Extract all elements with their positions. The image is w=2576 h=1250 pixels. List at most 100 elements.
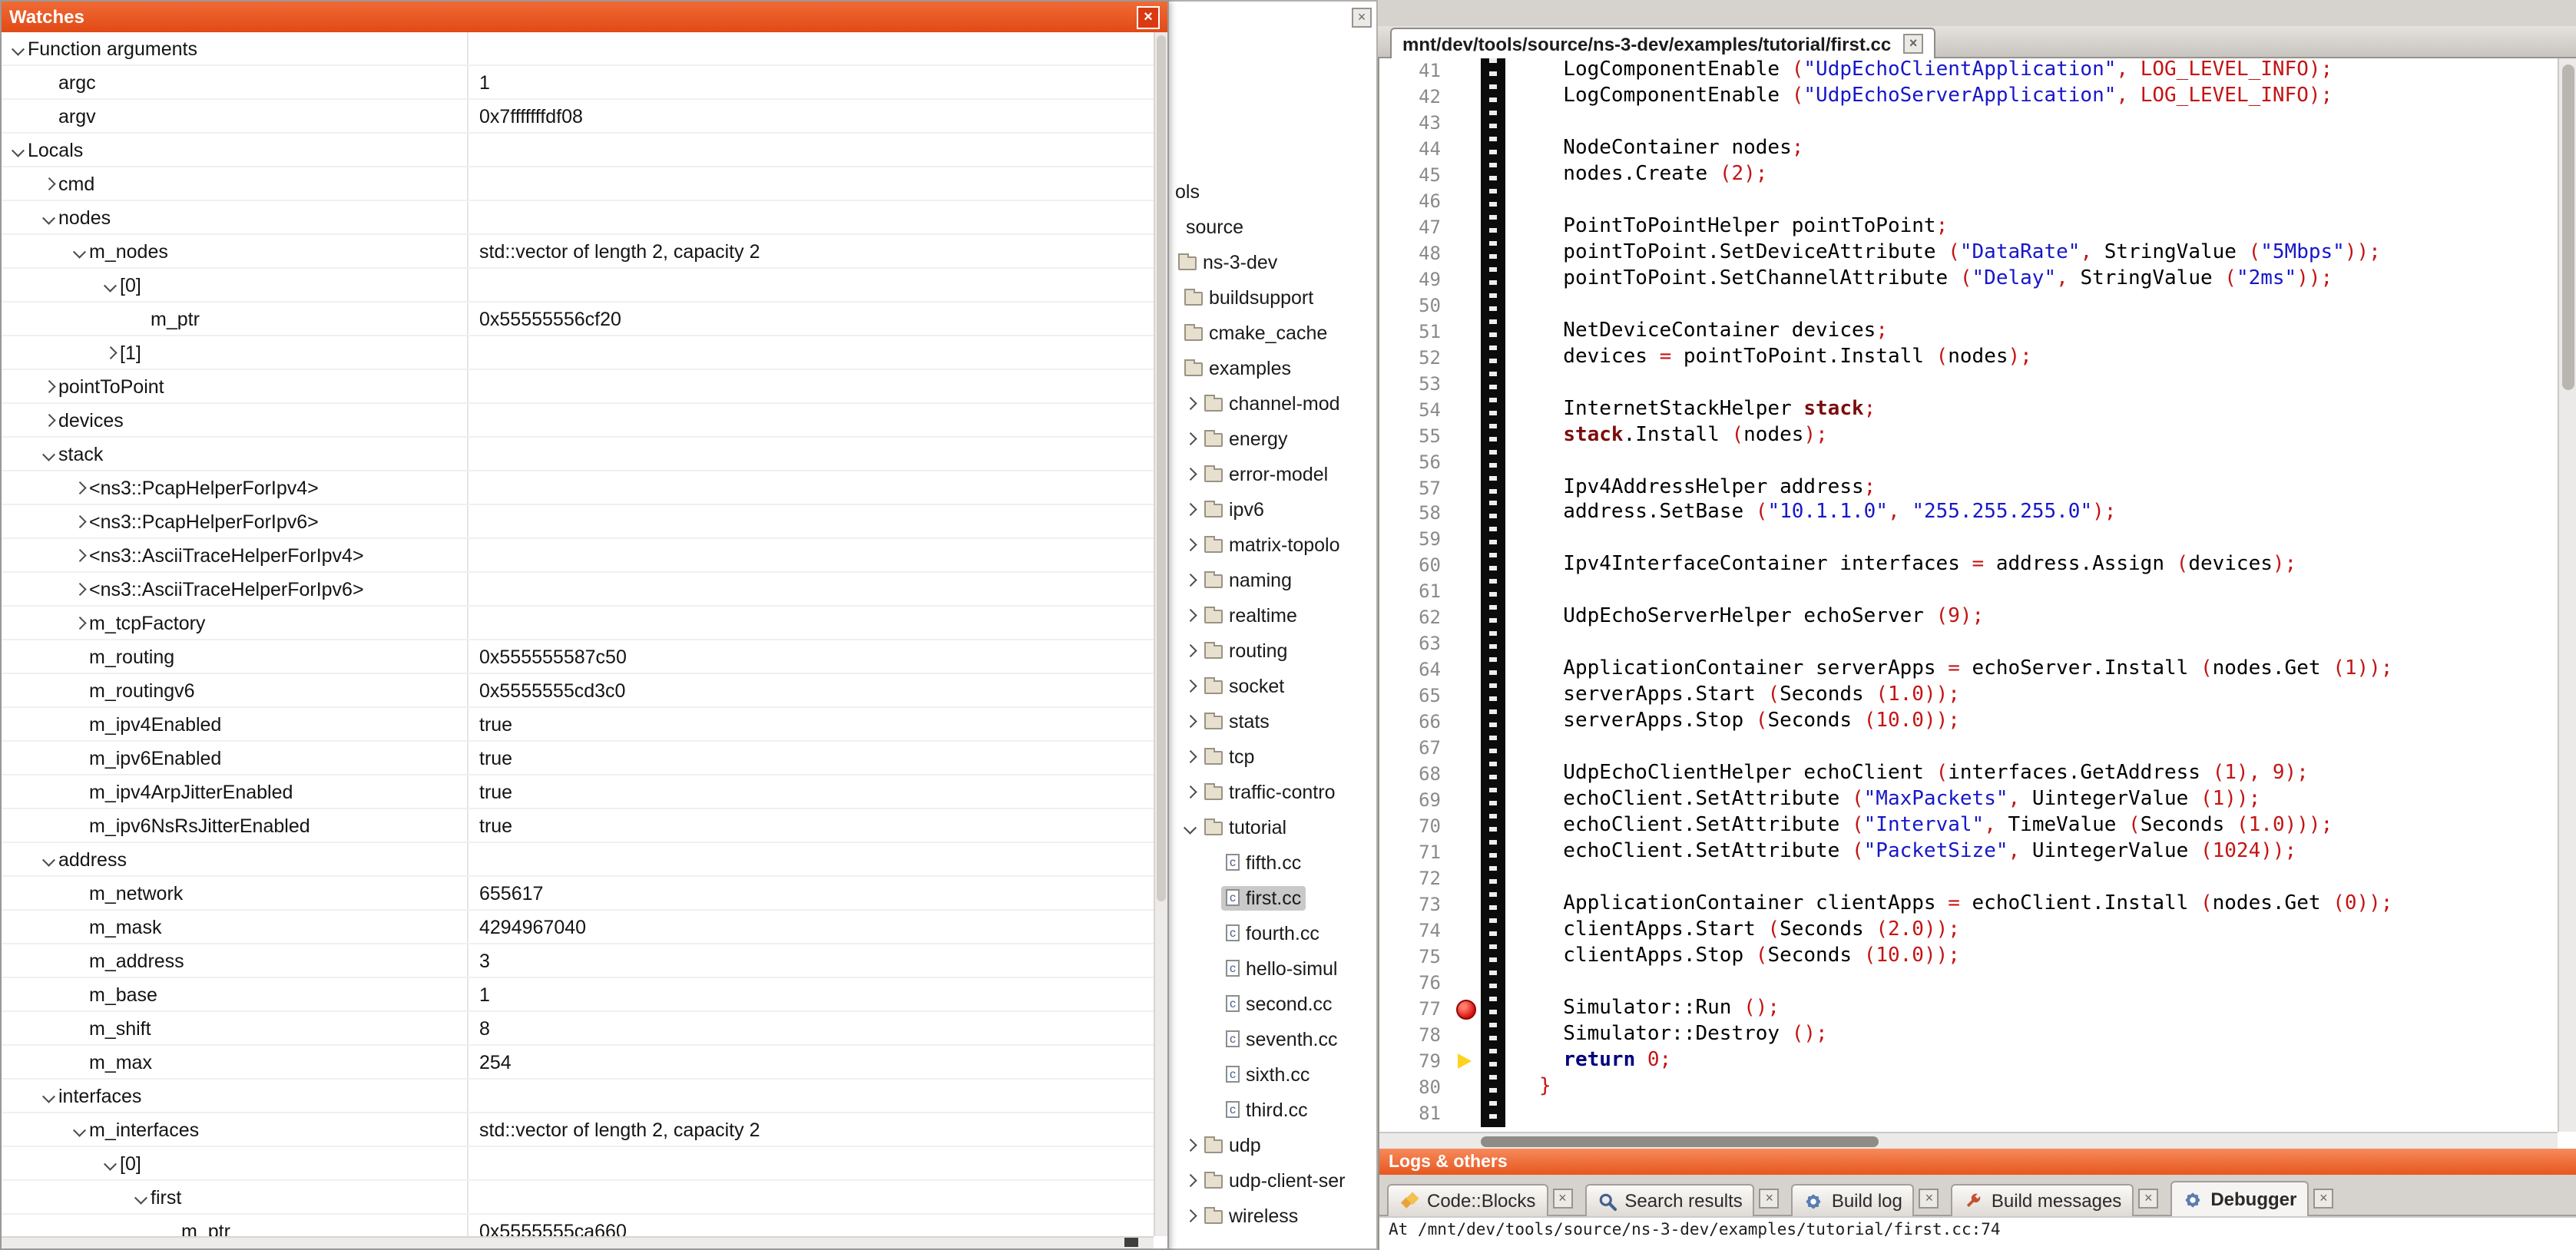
scrollbar-thumb[interactable] [1481,1136,1879,1146]
scrollbar-thumb[interactable] [2561,64,2574,390]
code-text[interactable]: pointToPoint.SetChannelAttribute ("Delay… [1505,267,2558,293]
tree-item-realtime[interactable]: realtime [1169,597,1376,633]
code-text[interactable] [1505,1101,2558,1127]
watch-row[interactable]: m_ipv6NsRsJitterEnabledtrue [2,809,1154,843]
chevron-closed-icon[interactable] [38,410,58,430]
code-text[interactable]: nodes.Create (2); [1505,163,2558,189]
breakpoint-margin[interactable] [1455,345,1481,371]
chevron-closed-icon[interactable] [1180,605,1200,625]
breakpoint-margin[interactable] [1455,84,1481,111]
watch-row[interactable]: <ns3::PcapHelperForIpv4> [2,471,1154,505]
logs-tab-debugger[interactable]: Debugger [2170,1181,2309,1216]
code-line[interactable]: 42 LogComponentEnable ("UdpEchoServerApp… [1379,84,2558,111]
code-line[interactable]: 69 echoClient.SetAttribute ("MaxPackets"… [1379,788,2558,814]
tree-item-socket[interactable]: socket [1169,668,1376,703]
breakpoint-margin[interactable] [1455,137,1481,163]
breakpoint-margin[interactable] [1455,658,1481,684]
code-text[interactable] [1505,736,2558,762]
tree-item-source[interactable]: source [1169,209,1376,244]
tree-item-sixth-cc[interactable]: csixth.cc [1169,1057,1376,1092]
breakpoint-margin[interactable] [1455,997,1481,1023]
editor-tab[interactable]: mnt/dev/tools/source/ns-3-dev/examples/t… [1390,28,1935,58]
breakpoint-margin[interactable] [1455,866,1481,892]
code-text[interactable]: PointToPointHelper pointToPoint; [1505,215,2558,241]
chevron-closed-icon[interactable] [1180,393,1200,413]
code-line[interactable]: 71 echoClient.SetAttribute ("PacketSize"… [1379,840,2558,866]
code-text[interactable]: UdpEchoServerHelper echoServer (9); [1505,606,2558,632]
code-text[interactable] [1505,449,2558,475]
tree-item-ipv6[interactable]: ipv6 [1169,491,1376,527]
watch-row[interactable]: m_interfacesstd::vector of length 2, cap… [2,1113,1154,1147]
code-text[interactable]: Ipv4InterfaceContainer interfaces = addr… [1505,554,2558,580]
code-line[interactable]: 64 ApplicationContainer serverApps = ech… [1379,658,2558,684]
tree-item-examples[interactable]: examples [1169,350,1376,385]
code-area[interactable]: 41 LogComponentEnable ("UdpEchoClientApp… [1379,58,2558,1132]
watch-row[interactable]: first [2,1181,1154,1215]
code-text[interactable] [1505,580,2558,606]
chevron-open-icon[interactable] [131,1187,151,1207]
tree-item-udp[interactable]: udp [1169,1127,1376,1162]
breakpoint-margin[interactable] [1455,189,1481,215]
breakpoint-margin[interactable] [1455,580,1481,606]
code-line[interactable]: 79 return 0; [1379,1049,2558,1075]
tree-item-error-model[interactable]: error-model [1169,456,1376,491]
logs-tab-build-messages[interactable]: Build messages [1952,1184,2134,1216]
breakpoint-icon[interactable] [1456,1000,1476,1020]
code-line[interactable]: 68 UdpEchoClientHelper echoClient (inter… [1379,762,2558,788]
code-line[interactable]: 76 [1379,971,2558,997]
watch-row[interactable]: m_ptr0x5555555ca660 [2,1215,1154,1236]
chevron-closed-icon[interactable] [1180,499,1200,519]
watch-row[interactable]: Locals [2,134,1154,167]
code-line[interactable]: 41 LogComponentEnable ("UdpEchoClientApp… [1379,58,2558,84]
chevron-closed-icon[interactable] [1180,640,1200,660]
breakpoint-margin[interactable] [1455,449,1481,475]
code-text[interactable]: Simulator::Run (); [1505,997,2558,1023]
chevron-open-icon[interactable] [69,1119,89,1139]
code-line[interactable]: 53 [1379,371,2558,397]
tree-item-stats[interactable]: stats [1169,703,1376,739]
code-text[interactable]: NodeContainer nodes; [1505,137,2558,163]
chevron-closed-icon[interactable] [1180,1135,1200,1155]
code-text[interactable]: clientApps.Stop (Seconds (10.0)); [1505,944,2558,971]
code-text[interactable] [1505,293,2558,319]
breakpoint-margin[interactable] [1455,1101,1481,1127]
chevron-closed-icon[interactable] [1180,782,1200,802]
close-icon[interactable]: × [1552,1189,1572,1209]
code-line[interactable]: 70 echoClient.SetAttribute ("Interval", … [1379,814,2558,840]
watch-row[interactable]: [0] [2,269,1154,303]
code-text[interactable]: echoClient.SetAttribute ("PacketSize", U… [1505,840,2558,866]
watch-row[interactable]: m_ipv4Enabledtrue [2,708,1154,742]
code-line[interactable]: 50 [1379,293,2558,319]
code-text[interactable]: clientApps.Start (Seconds (2.0)); [1505,918,2558,944]
chevron-open-icon[interactable] [38,849,58,869]
tree-item-naming[interactable]: naming [1169,562,1376,597]
code-line[interactable]: 59 [1379,527,2558,554]
watch-row[interactable]: argv0x7fffffffdf08 [2,100,1154,134]
breakpoint-margin[interactable] [1455,632,1481,658]
tree-item-udp-client-ser[interactable]: udp-client-ser [1169,1162,1376,1198]
chevron-closed-icon[interactable] [38,174,58,193]
code-text[interactable]: echoClient.SetAttribute ("Interval", Tim… [1505,814,2558,840]
code-line[interactable]: 80} [1379,1075,2558,1101]
close-icon[interactable]: × [1760,1189,1780,1209]
breakpoint-margin[interactable] [1455,423,1481,449]
tree-item-buildsupport[interactable]: buildsupport [1169,279,1376,315]
breakpoint-margin[interactable] [1455,684,1481,710]
watch-row[interactable]: m_routing0x555555587c50 [2,640,1154,674]
chevron-closed-icon[interactable] [100,342,120,362]
code-text[interactable]: Simulator::Destroy (); [1505,1023,2558,1049]
code-line[interactable]: 60 Ipv4InterfaceContainer interfaces = a… [1379,554,2558,580]
code-text[interactable] [1505,866,2558,892]
tree-item-seventh-cc[interactable]: cseventh.cc [1169,1021,1376,1057]
code-text[interactable] [1505,189,2558,215]
code-text[interactable]: address.SetBase ("10.1.1.0", "255.255.25… [1505,501,2558,527]
tree-item-fourth-cc[interactable]: cfourth.cc [1169,915,1376,951]
tree-item-ols[interactable]: ols [1169,174,1376,209]
breakpoint-margin[interactable] [1455,1049,1481,1075]
resize-grip[interactable] [1124,1238,1138,1247]
breakpoint-margin[interactable] [1455,241,1481,267]
tree-item-channel-mod[interactable]: channel-mod [1169,385,1376,421]
watch-row[interactable]: devices [2,404,1154,438]
watch-row[interactable]: [1] [2,336,1154,370]
editor-vertical-scrollbar[interactable] [2558,58,2576,1132]
